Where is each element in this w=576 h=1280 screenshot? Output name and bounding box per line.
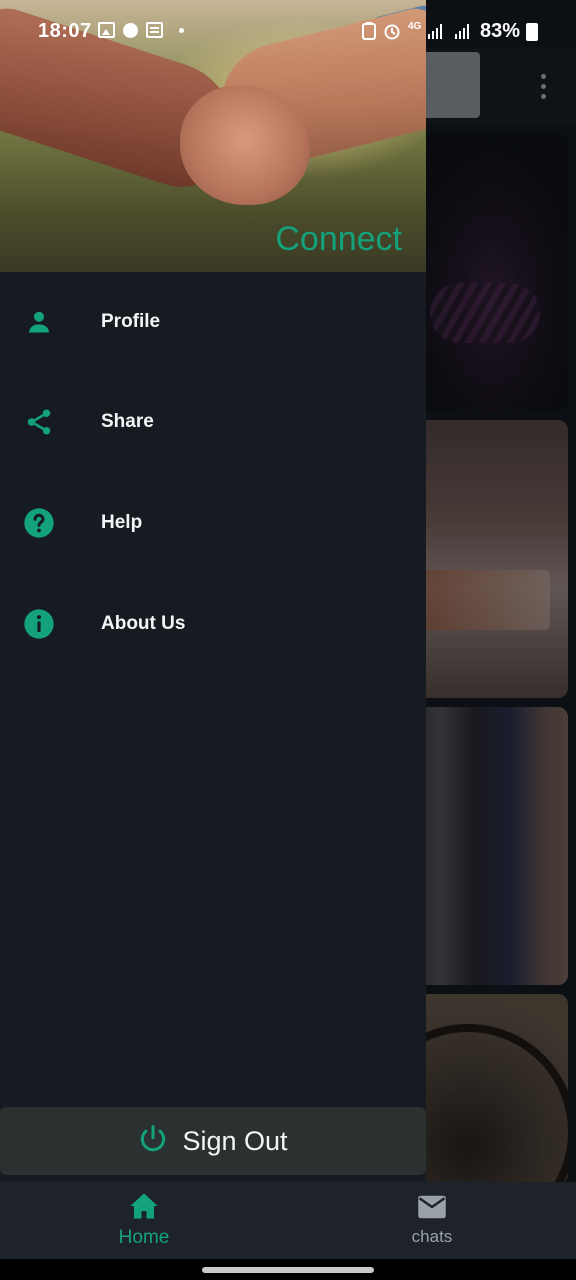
help-circle-icon [22,506,56,540]
bottom-navigation: Home chats [0,1182,576,1259]
menu-item-profile[interactable]: Profile [0,272,426,372]
network-type-label: 4G [408,20,422,32]
menu-item-label: About Us [101,613,186,634]
drawer-title: Connect [275,220,402,258]
nav-item-chats[interactable]: chats [332,1182,532,1259]
power-icon [138,1124,168,1159]
system-navigation-area [0,1259,576,1280]
info-circle-icon [22,607,56,641]
menu-item-help[interactable]: Help [0,473,426,573]
nav-label: Home [118,1227,170,1248]
battery-icon [526,23,538,41]
signal-icon [428,23,443,39]
sign-out-button[interactable]: Sign Out [0,1107,426,1175]
person-icon [22,305,56,339]
menu-item-label: Share [101,411,154,432]
navigation-drawer: Connect Profile Share Help About Us Sign… [0,0,426,1182]
app-notification-icon [123,22,138,38]
menu-item-label: Profile [101,311,161,332]
menu-item-share[interactable]: Share [0,372,426,472]
signal-icon-2 [455,23,470,39]
nav-label: chats [411,1227,453,1246]
nav-item-home[interactable]: Home [44,1182,244,1259]
system-icons: 4G [362,20,470,40]
home-icon [129,1192,159,1225]
menu-item-about-us[interactable]: About Us [0,574,426,674]
alarm-icon [384,24,400,40]
share-icon [22,405,56,439]
gallery-notification-icon [98,22,115,38]
sign-out-label: Sign Out [182,1125,288,1156]
more-notifications-icon [179,27,184,33]
mail-icon [417,1194,447,1225]
status-bar: 18:07 4G 83% [0,0,576,47]
status-time: 18:07 [38,20,92,42]
gesture-handle[interactable] [202,1267,374,1273]
battery-percentage: 83% [480,20,521,42]
notification-icons [98,22,184,38]
battery-saver-icon [362,22,376,40]
message-notification-icon [146,22,163,38]
menu-item-label: Help [101,512,143,533]
